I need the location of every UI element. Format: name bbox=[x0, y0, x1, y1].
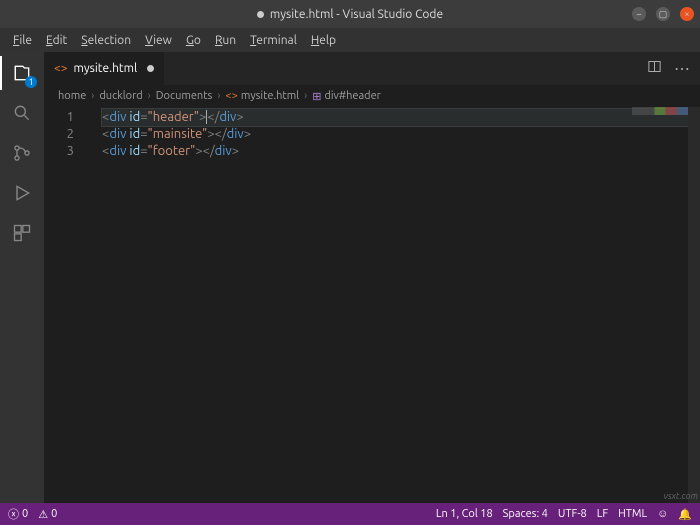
code-lines: <div id="header"></div> <div id="mainsit… bbox=[102, 109, 700, 160]
menu-go[interactable]: Go bbox=[179, 32, 208, 49]
status-language[interactable]: HTML bbox=[618, 508, 647, 520]
tab-bar: <> mysite.html ⋯ bbox=[44, 52, 700, 85]
html-file-icon: <> bbox=[225, 90, 237, 102]
crumb-file[interactable]: <>mysite.html bbox=[225, 90, 299, 102]
status-bar: ⓧ0 ⚠0 Ln 1, Col 18 Spaces: 4 UTF-8 LF HT… bbox=[0, 503, 700, 525]
tab-modified-dot-icon bbox=[147, 65, 154, 72]
tab-label: mysite.html bbox=[74, 62, 138, 75]
crumb-symbol[interactable]: ⊞div#header bbox=[312, 90, 381, 103]
error-icon: ⓧ bbox=[8, 506, 19, 522]
warning-icon: ⚠ bbox=[38, 508, 48, 521]
chevron-right-icon: › bbox=[148, 90, 151, 102]
chevron-right-icon: › bbox=[91, 90, 94, 102]
breadcrumbs[interactable]: home › ducklord › Documents › <>mysite.html… bbox=[44, 85, 700, 107]
title-text: mysite.html - Visual Studio Code bbox=[270, 8, 443, 21]
menu-bar: File Edit Selection View Go Run Terminal… bbox=[0, 28, 700, 52]
status-indentation[interactable]: Spaces: 4 bbox=[503, 508, 548, 520]
more-actions-icon[interactable]: ⋯ bbox=[674, 59, 690, 78]
line-number: 3 bbox=[44, 143, 94, 160]
window-controls: – ▢ × bbox=[632, 7, 694, 21]
main-area: 1 <> mysite.html ⋯ home › bbox=[0, 52, 700, 503]
crumb-documents[interactable]: Documents bbox=[156, 90, 213, 102]
minimap[interactable] bbox=[632, 107, 688, 115]
menu-file[interactable]: File bbox=[6, 32, 39, 49]
extensions-icon[interactable] bbox=[9, 220, 35, 246]
code-line[interactable]: <div id="header"></div> bbox=[102, 109, 700, 126]
activity-bar: 1 bbox=[0, 52, 44, 503]
split-editor-icon[interactable] bbox=[647, 59, 662, 78]
vertical-scrollbar[interactable] bbox=[688, 107, 700, 503]
search-icon[interactable] bbox=[9, 100, 35, 126]
watermark: vsxt.com bbox=[664, 491, 698, 501]
editor-area: <> mysite.html ⋯ home › ducklord › Documen… bbox=[44, 52, 700, 503]
code-editor[interactable]: 1 2 3 <div id="header"></div> <div id="m… bbox=[44, 107, 700, 503]
symbol-icon: ⊞ bbox=[312, 90, 321, 103]
window-title: mysite.html - Visual Studio Code bbox=[257, 8, 443, 21]
status-eol[interactable]: LF bbox=[597, 508, 608, 520]
menu-terminal[interactable]: Terminal bbox=[243, 32, 304, 49]
status-warnings[interactable]: ⚠0 bbox=[38, 508, 57, 521]
line-number: 1 bbox=[44, 109, 94, 126]
minimize-button[interactable]: – bbox=[632, 7, 646, 21]
html-file-icon: <> bbox=[54, 62, 68, 75]
code-line[interactable]: <div id="footer"></div> bbox=[102, 143, 700, 160]
status-feedback-icon[interactable]: ☺ bbox=[657, 508, 668, 520]
explorer-badge: 1 bbox=[25, 76, 37, 88]
status-notifications-icon[interactable]: 🔔 bbox=[678, 508, 692, 521]
explorer-icon[interactable]: 1 bbox=[9, 60, 35, 86]
chevron-right-icon: › bbox=[217, 90, 220, 102]
menu-view[interactable]: View bbox=[138, 32, 179, 49]
chevron-right-icon: › bbox=[304, 90, 307, 102]
status-errors[interactable]: ⓧ0 bbox=[8, 506, 28, 522]
menu-help[interactable]: Help bbox=[304, 32, 343, 49]
menu-selection[interactable]: Selection bbox=[74, 32, 138, 49]
close-button[interactable]: × bbox=[680, 7, 694, 21]
modified-dot-icon bbox=[257, 11, 264, 18]
tab-mysite[interactable]: <> mysite.html bbox=[44, 52, 165, 85]
maximize-button[interactable]: ▢ bbox=[656, 7, 670, 21]
window-titlebar: mysite.html - Visual Studio Code – ▢ × bbox=[0, 0, 700, 28]
menu-run[interactable]: Run bbox=[208, 32, 243, 49]
status-encoding[interactable]: UTF-8 bbox=[558, 508, 587, 520]
tab-actions: ⋯ bbox=[647, 52, 700, 85]
crumb-home[interactable]: home bbox=[58, 90, 86, 102]
line-number: 2 bbox=[44, 126, 94, 143]
line-number-gutter: 1 2 3 bbox=[44, 109, 94, 160]
source-control-icon[interactable] bbox=[9, 140, 35, 166]
menu-edit[interactable]: Edit bbox=[39, 32, 74, 49]
crumb-ducklord[interactable]: ducklord bbox=[99, 90, 142, 102]
code-line[interactable]: <div id="mainsite"></div> bbox=[102, 126, 700, 143]
run-debug-icon[interactable] bbox=[9, 180, 35, 206]
status-cursor-position[interactable]: Ln 1, Col 18 bbox=[436, 508, 493, 520]
